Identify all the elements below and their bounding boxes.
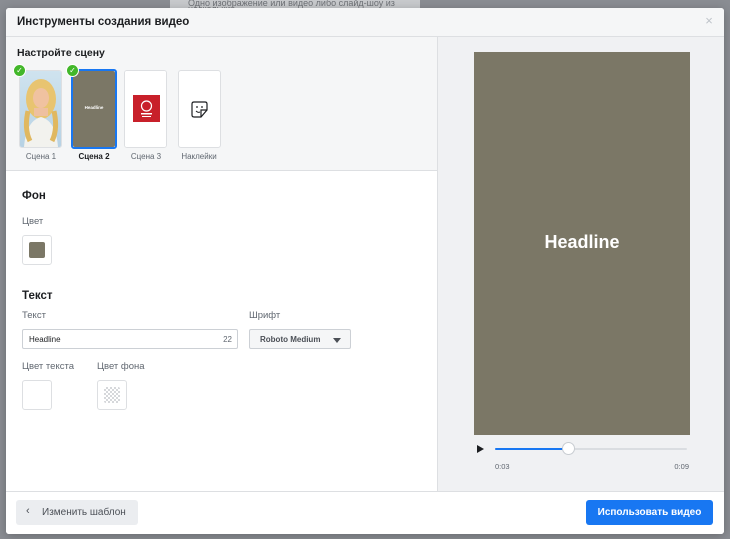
dialog-footer: ‹ Изменить шаблон Использовать видео xyxy=(6,491,724,534)
transparent-swatch-icon xyxy=(104,387,120,403)
play-icon[interactable] xyxy=(477,445,484,453)
headline-text-input[interactable]: Headline 22 xyxy=(22,329,238,349)
scene-picker-title: Настройте сцену xyxy=(17,47,105,59)
text-color-label: Цвет текста xyxy=(22,361,74,372)
playback-track[interactable] xyxy=(495,442,687,455)
scene-2-thumb-text: Headline xyxy=(84,105,104,110)
portrait-image xyxy=(23,79,59,147)
headline-text-value: Headline xyxy=(29,335,61,344)
scene-2-check-icon: ✓ xyxy=(66,64,79,77)
scene-label-2: Сцена 2 xyxy=(78,152,110,161)
background-section-title: Фон xyxy=(22,190,46,202)
change-template-label: Изменить шаблон xyxy=(42,507,126,518)
font-dropdown-value: Roboto Medium xyxy=(260,335,321,344)
char-count: 22 xyxy=(223,335,232,344)
playback-scrubber-handle[interactable] xyxy=(561,442,575,455)
text-color-swatch xyxy=(29,387,45,403)
background-color-label: Цвет xyxy=(22,216,44,227)
scene-picker: Настройте сцену ✓ Сцена 1 Headline ✓ Сце… xyxy=(6,37,437,171)
time-current: 0:03 xyxy=(495,462,510,471)
text-color-picker[interactable] xyxy=(22,380,52,410)
scene-label-3: Сцена 3 xyxy=(130,152,162,161)
video-creation-dialog: Инструменты создания видео × Настройте с… xyxy=(6,8,724,534)
background-color-swatch xyxy=(29,242,45,258)
scene-card-3[interactable] xyxy=(124,70,167,148)
brand-logo-icon xyxy=(133,95,160,122)
preview-headline: Headline xyxy=(544,232,620,252)
scene-3-thumbnail xyxy=(125,71,166,147)
font-field-label: Шрифт xyxy=(249,310,281,321)
font-dropdown[interactable]: Roboto Medium xyxy=(249,329,351,349)
playback-progress xyxy=(495,448,568,450)
scene-card-1[interactable] xyxy=(19,70,62,148)
text-field-label: Текст xyxy=(22,310,46,321)
video-preview: Headline xyxy=(474,52,690,435)
dialog-header: Инструменты создания видео × xyxy=(6,8,724,37)
sticker-icon xyxy=(191,101,208,118)
stickers-label: Наклейки xyxy=(181,152,217,161)
text-bg-color-label: Цвет фона xyxy=(97,361,145,372)
text-bg-color-picker[interactable] xyxy=(97,380,127,410)
change-template-button[interactable]: ‹ Изменить шаблон xyxy=(16,500,138,525)
text-section-title: Текст xyxy=(22,290,53,302)
background-color-picker[interactable] xyxy=(22,235,52,265)
scene-1-thumbnail xyxy=(20,71,61,147)
scene-2-thumbnail: Headline xyxy=(73,71,115,147)
scene-card-2[interactable]: Headline xyxy=(71,69,117,149)
preview-pane: Headline 0:03 0:09 xyxy=(437,37,724,491)
dialog-title: Инструменты создания видео xyxy=(17,16,190,28)
scene-label-1: Сцена 1 xyxy=(25,152,57,161)
chevron-left-icon: ‹ xyxy=(26,505,30,517)
stickers-card[interactable] xyxy=(178,70,221,148)
scene-1-check-icon: ✓ xyxy=(13,64,26,77)
caret-down-icon xyxy=(333,338,341,343)
close-icon[interactable]: × xyxy=(702,14,716,28)
time-total: 0:09 xyxy=(674,462,689,471)
editor-pane: Настройте сцену ✓ Сцена 1 Headline ✓ Сце… xyxy=(6,37,437,491)
use-video-button[interactable]: Использовать видео xyxy=(586,500,713,525)
background-page-hint: Одно изображение или видео либо слайд-шо… xyxy=(170,0,420,8)
